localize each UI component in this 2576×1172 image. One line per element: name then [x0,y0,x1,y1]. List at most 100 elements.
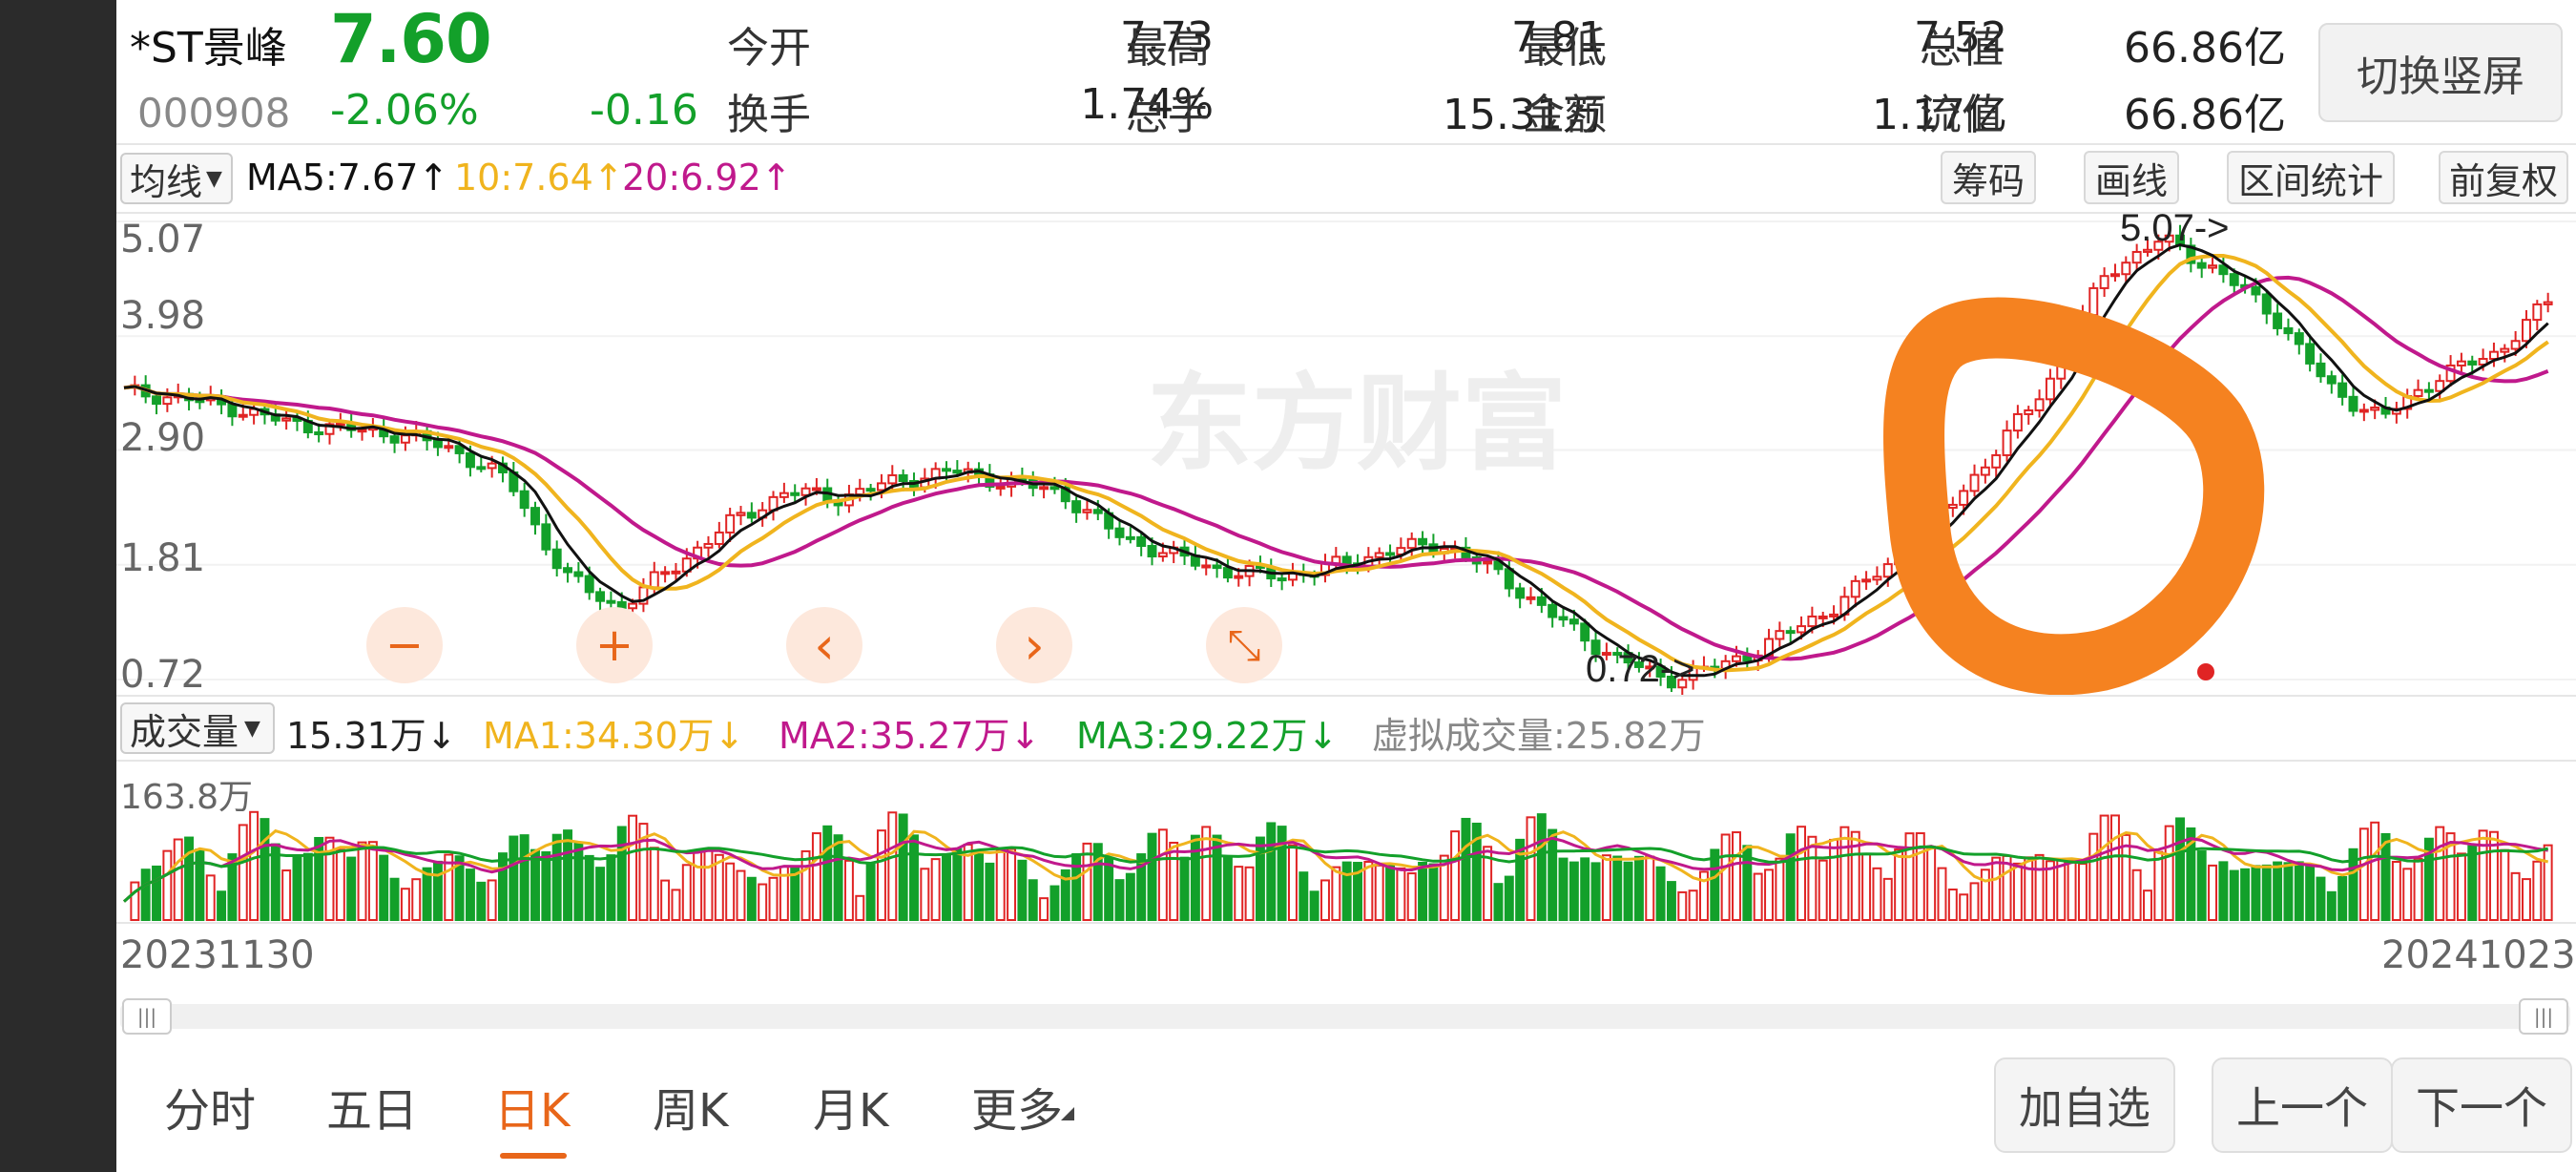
volume-bar-up [2088,832,2099,921]
volume-bar-down [1666,881,1676,922]
tab-daily-k[interactable]: 日K [494,1073,570,1140]
ma20-value: 20:6.92↑ [622,157,792,199]
switch-orientation-button[interactable]: 切换竖屏 [2318,23,2563,122]
volume-bar-down [2218,861,2229,921]
candlestick-chart[interactable]: 东方财富 5.07-> 0.72-> [116,212,2576,695]
volume-bar-up [736,869,746,921]
volume-bar-down [1558,857,1568,921]
volume-chart[interactable] [116,760,2576,922]
volume-current: 15.31万↓ [286,715,457,757]
scroll-right-button[interactable]: › [996,607,1072,683]
volume-bar-down [432,860,443,921]
candle-up [2002,429,2012,456]
volume-bar-up [681,864,692,921]
float-value: 66.86亿 [2124,91,2286,139]
volume-bar-up [930,858,941,921]
scroll-handle-left[interactable]: ||| [122,998,172,1035]
range-scrollbar[interactable] [120,1004,2570,1029]
candle-down [2467,360,2478,366]
candle-down [1125,535,1135,540]
next-stock-button[interactable]: 下一个 [2391,1057,2572,1153]
volume-bar-up [1797,826,1807,921]
candle-down [1277,577,1287,582]
volume-bar-down [2326,890,2337,922]
volume-bar-down [1785,833,1796,921]
forward-adjust-button[interactable]: 前复权 [2439,151,2568,204]
fullscreen-icon[interactable]: ⤡ [1206,607,1282,683]
volume-bar-up [411,878,422,921]
mktcap-value: 66.86亿 [2124,24,2286,73]
tab-weekly-k[interactable]: 周K [653,1073,728,1140]
candle-down [454,445,465,454]
volume-bar-up [130,881,140,922]
volume-bar-up [1937,867,1947,921]
volume-bar-down [1309,890,1319,921]
volume-bar-up [1829,838,1839,921]
candle-down [1568,618,1579,625]
zoom-in-button[interactable]: + [576,607,653,683]
zoom-out-button[interactable]: − [366,607,443,683]
range-stats-button[interactable]: 区间统计 [2227,151,2395,204]
ma-selector[interactable]: 均线 ▼ [120,153,233,204]
candle-up [671,570,681,575]
volume-bar-up [1764,869,1774,921]
tab-intraday[interactable]: 分时 [164,1073,256,1140]
volume-bar-down [551,833,562,921]
volume-bar-down [1504,875,1514,922]
draw-line-button[interactable]: 画线 [2084,151,2179,204]
volume-bar-up [1861,852,1872,921]
candle-down [1222,567,1233,579]
candle-down [465,451,475,469]
volume-bar-down [573,842,584,921]
y-tick-3: 2.90 [120,416,206,460]
candle-up [2522,319,2531,343]
add-watchlist-button[interactable]: 加自选 [1994,1057,2175,1153]
candle-up [2024,408,2034,415]
candle-up [1947,503,1958,510]
volume-bar-down [1255,836,1265,921]
scroll-left-button[interactable]: ‹ [786,607,862,683]
candle-down [1114,527,1125,538]
indicator-selector[interactable]: 成交量 ▼ [120,702,275,754]
tab-five-day[interactable]: 五日 [326,1073,418,1140]
volume-bar-up [768,876,779,921]
candle-down [1341,555,1352,565]
scroll-handle-right[interactable]: ||| [2519,998,2568,1035]
volume-bar-down [140,869,151,922]
previous-stock-button[interactable]: 上一个 [2212,1057,2393,1153]
candle-up [1526,596,1536,600]
tab-monthly-k[interactable]: 月K [813,1073,888,1140]
volume-bar-up [367,841,378,921]
chip-distribution-button[interactable]: 筹码 [1941,151,2036,204]
candle-down [1558,616,1568,621]
volume-bar-up [487,879,497,922]
volume-bar-up [2153,850,2164,921]
ma-selector-label: 均线 [130,160,203,203]
tab-more[interactable]: 更多 [971,1073,1063,1140]
candle-up [238,413,248,418]
volume-bar-up [2077,863,2088,922]
volume-bar-up [1980,869,1990,921]
candle-up [2012,412,2023,432]
candle-up [1829,613,1839,617]
volume-bar-down [1536,813,1547,921]
volume-bar-down [2240,868,2251,922]
left-bezel [0,0,116,1172]
candle-up [1201,564,1212,569]
y-tick-2: 1.81 [120,536,206,580]
candle-up [811,487,821,492]
volume-bar-up [162,849,173,921]
candle-up [400,434,410,444]
volume-bar-down [2305,865,2316,921]
volume-bar-up [1904,832,1915,921]
candle-up [162,396,173,406]
volume-bar-down [2175,817,2185,922]
volume-bar-down [584,854,594,921]
candle-up [2099,275,2109,289]
volume-bar-up [1991,856,2002,921]
volume-bar-up [811,832,821,921]
volume-bar-down [1049,885,1060,922]
volume-bar-up [1882,877,1893,921]
volume-bar-down [465,869,475,921]
active-tab-indicator [500,1153,567,1159]
